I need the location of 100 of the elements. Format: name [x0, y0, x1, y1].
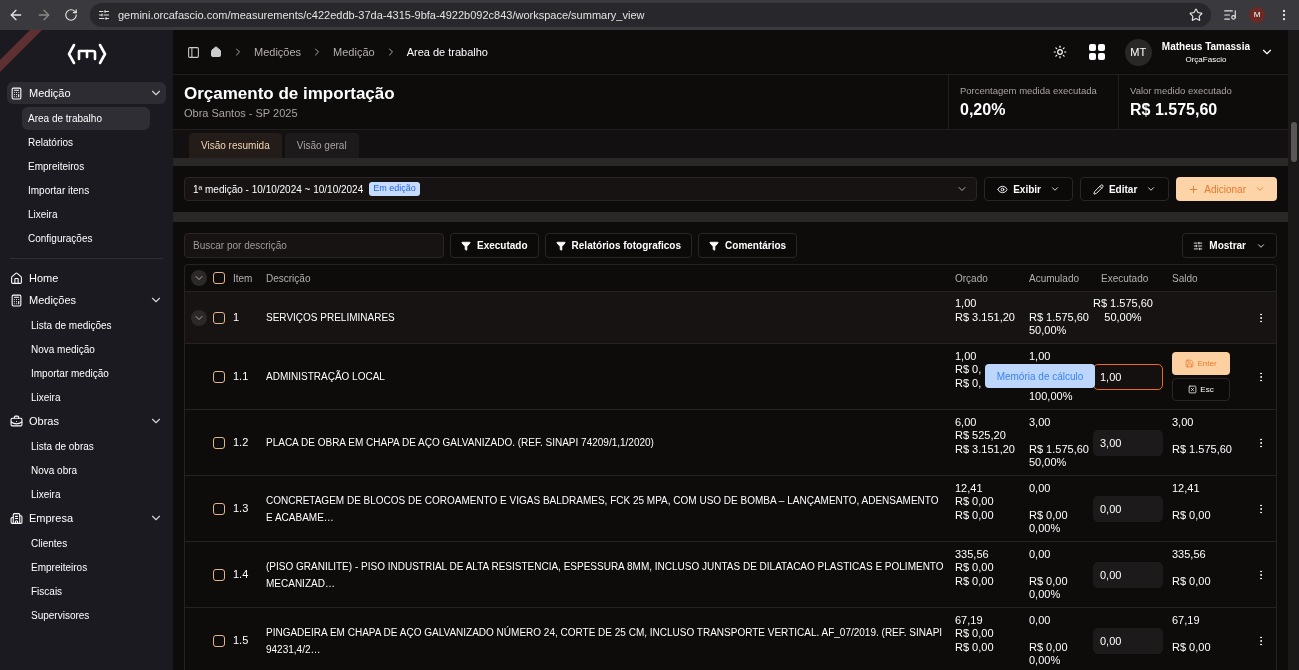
bookmark-icon[interactable]: [1189, 8, 1203, 22]
sidebar-group-label: Obras: [29, 413, 60, 429]
expand-button[interactable]: [191, 309, 207, 326]
row-checkbox[interactable]: [213, 568, 225, 581]
column-header: Orçado: [955, 272, 988, 284]
reload-icon[interactable]: [64, 8, 78, 22]
back-icon[interactable]: [8, 7, 24, 23]
sidebar-item[interactable]: Lista de obras: [25, 435, 147, 458]
sidebar-group-label: Home: [29, 270, 60, 286]
row-checkbox[interactable]: [213, 634, 225, 647]
filter-icon: [555, 240, 566, 251]
tab[interactable]: Visão resumida: [189, 133, 282, 158]
value-text: 1,00: [955, 297, 978, 311]
sidebar-group[interactable]: Medições: [7, 289, 166, 311]
media-icon[interactable]: [1223, 8, 1237, 22]
sidebar-group[interactable]: Obras: [7, 410, 166, 432]
filter-button[interactable]: Comentários: [698, 233, 798, 258]
executed-input[interactable]: 1,00: [1093, 363, 1163, 390]
select-all-checkbox[interactable]: [213, 272, 225, 284]
expand-all-button[interactable]: [191, 270, 207, 286]
sidebar-item[interactable]: Nova obra: [25, 459, 147, 482]
executed-input[interactable]: 0,00: [1093, 627, 1163, 654]
value-text: 3,00: [1172, 415, 1195, 429]
user-organization: OrçaFascio: [1185, 53, 1227, 66]
user-avatar[interactable]: MT: [1124, 38, 1152, 66]
sidebar-item[interactable]: Lixeira: [25, 386, 147, 409]
sidebar-group[interactable]: Medição: [7, 82, 166, 104]
value-text: R$ 525,20: [955, 429, 1007, 443]
executed-input[interactable]: 0,00: [1093, 561, 1163, 588]
theme-toggle-icon[interactable]: [1052, 45, 1067, 59]
sidebar-item[interactable]: Empreiteiros: [25, 556, 147, 579]
row-checkbox[interactable]: [213, 436, 225, 449]
chevron-down-icon: [1049, 184, 1060, 194]
row-checkbox[interactable]: [213, 311, 225, 324]
action-button[interactable]: Exibir: [984, 177, 1073, 201]
calculator-icon: [10, 86, 23, 100]
value-text: R$ 0,00: [1029, 508, 1069, 522]
sidebar-item[interactable]: Fiscais: [25, 580, 147, 603]
value-text: 335,56: [1172, 547, 1207, 561]
item-description: SERVIÇOS PRELIMINARES: [266, 312, 395, 324]
value-text: 3,00: [1029, 415, 1052, 429]
sidebar-item[interactable]: Supervisores: [25, 604, 147, 627]
stat-label: Porcentagem medida executada: [960, 84, 1098, 98]
sidebar-group[interactable]: Home: [7, 267, 166, 289]
cancel-button[interactable]: Esc: [1172, 378, 1230, 401]
forward-icon[interactable]: [36, 7, 52, 23]
sidebar-item[interactable]: Clientes: [25, 532, 147, 555]
scrollbar[interactable]: [1288, 30, 1299, 670]
show-button[interactable]: Mostrar: [1182, 233, 1277, 258]
address-bar[interactable]: gemini.orcafascio.com/measurements/c422eddb-37da-4315-9bfa-4922b092c843/workspace/summary_view: [90, 3, 1211, 27]
executed-input[interactable]: 3,00: [1093, 429, 1163, 456]
action-button[interactable]: Editar: [1079, 177, 1170, 201]
value-text: R$ 1.575,60: [1029, 310, 1090, 325]
home-icon[interactable]: [210, 46, 222, 58]
apps-grid-icon[interactable]: [1088, 44, 1105, 60]
item-number: 1.2: [233, 436, 249, 449]
value-text: R$ 1.575,60: [1029, 442, 1090, 456]
sidebar-item[interactable]: Empreiteiros: [22, 155, 150, 178]
sidebar-item[interactable]: Area de trabalho: [22, 107, 150, 130]
sidebar-item[interactable]: Lixeira: [25, 483, 147, 506]
sidebar-item[interactable]: Importar itens: [22, 179, 150, 202]
breadcrumb-link[interactable]: Medições: [254, 43, 302, 61]
sidebar-item[interactable]: Configurações: [22, 227, 150, 250]
value-text: 50,00%: [1029, 456, 1068, 470]
value-text: R$ 3.151,20: [955, 442, 1015, 456]
value-text: 12,41: [955, 481, 984, 495]
breadcrumb-link[interactable]: Area de trabalho: [406, 43, 488, 61]
value-text: R$ 0,00: [955, 627, 994, 641]
site-settings-icon[interactable]: [98, 9, 110, 21]
sidebar-group[interactable]: Empresa: [7, 507, 166, 529]
stat-value: R$ 1.575,60: [1130, 100, 1219, 121]
profile-avatar[interactable]: M: [1249, 7, 1265, 23]
chevron-down-icon: [1146, 184, 1157, 194]
value-text: 50,00%: [1103, 310, 1143, 325]
row-checkbox[interactable]: [213, 502, 225, 515]
value-text: 67,19: [955, 613, 984, 627]
item-description: PLACA DE OBRA EM CHAPA DE AÇO GALVANIZADO. (REF. SINAPI 74209/1,1/2020): [266, 437, 654, 449]
tab[interactable]: Visão geral: [284, 133, 359, 158]
tooltip: Memória de cálculo: [985, 364, 1095, 388]
column-header: Descrição: [266, 272, 311, 284]
sidebar-toggle-icon[interactable]: [187, 45, 200, 59]
sidebar-item[interactable]: Lista de medições: [25, 314, 147, 337]
search-field[interactable]: Buscar por descrição: [184, 233, 444, 258]
measurement-select[interactable]: 1ª medição - 10/10/2024 ~ 10/10/2024 Em edição: [184, 177, 978, 201]
sidebar-item[interactable]: Lixeira: [22, 203, 150, 226]
executed-input[interactable]: 0,00: [1093, 495, 1163, 522]
item-description: PINGADEIRA EM CHAPA DE AÇO GALVANIZADO NÚMERO 24, CORTE DE 25 CM, INCLUSO TRANSPORTE VERTICAL. AF_07/2019. (REF. SINAPI 94231,4/2…: [266, 627, 943, 655]
filter-button[interactable]: Executado: [450, 233, 539, 258]
filter-button[interactable]: Relatórios fotograficos: [544, 233, 693, 258]
filter-icon: [461, 240, 471, 251]
sidebar-item[interactable]: Importar medição: [25, 362, 147, 385]
eye-icon: [997, 183, 1009, 195]
item-number: 1.1: [233, 370, 249, 383]
sidebar-item[interactable]: Nova medição: [25, 338, 147, 361]
sidebar-item[interactable]: Relatórios: [22, 131, 150, 154]
breadcrumb-link[interactable]: Medição: [333, 43, 375, 61]
row-checkbox[interactable]: [213, 370, 225, 383]
item-number: 1.3: [233, 502, 249, 515]
column-header: Item: [233, 272, 253, 284]
value-text: 6,00: [955, 415, 978, 429]
